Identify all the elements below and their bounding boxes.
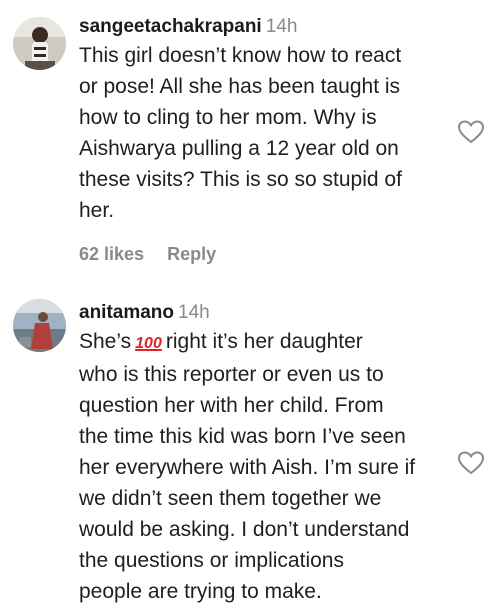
comment-header: anitamano 14h [79,300,459,326]
heart-outline-icon[interactable] [457,120,485,144]
comment-text-segment: She’s [79,330,132,353]
comment-line: or pose! All she has been taught is [79,75,401,98]
comment-line: her everywhere with Aish. I’m sure if [79,456,416,479]
username[interactable]: anitamano [79,302,174,323]
comment-text: She’s 100 right it’s her daughter who is t… [79,326,459,607]
avatar[interactable] [13,17,66,70]
comment-line: question her with her child. From [79,394,384,417]
comment-text: This girl doesn’t know how to react or p… [79,40,459,226]
reply-button[interactable]: Reply [167,244,216,264]
username[interactable]: sangeetachakrapani [79,16,262,37]
comment-header: sangeetachakrapani 14h [79,14,459,40]
comment-line: people are trying to make. [79,580,322,603]
comment-line: we didn’t seen them together we [79,487,382,510]
comment-line: This girl doesn’t know how to react [79,44,402,67]
comment-line: these visits? This is so so stupid of [79,168,402,191]
comment-meta: 62 likes Reply [79,242,459,266]
likes-count[interactable]: 62 likes [79,244,144,264]
comment-line: the time this kid was born I’ve seen [79,425,406,448]
hundred-points-icon: 100 [135,335,162,352]
timestamp: 14h [265,16,298,37]
timestamp: 14h [178,302,210,323]
avatar[interactable] [13,299,66,352]
comment-line: would be asking. I don’t understand [79,518,410,541]
comment-line: how to cling to her mom. Why is [79,106,377,129]
comment-line: her. [79,199,115,222]
comment-line: the questions or implications [79,549,344,572]
comment-line: who is this reporter or even us to [79,363,384,386]
comment-text-segment: right it’s her daughter [165,330,363,353]
comment-line: She’s 100 right it’s her daughter [79,326,459,359]
comment-line: Aishwarya pulling a 12 year old on [79,137,399,160]
heart-outline-icon[interactable] [457,451,485,475]
